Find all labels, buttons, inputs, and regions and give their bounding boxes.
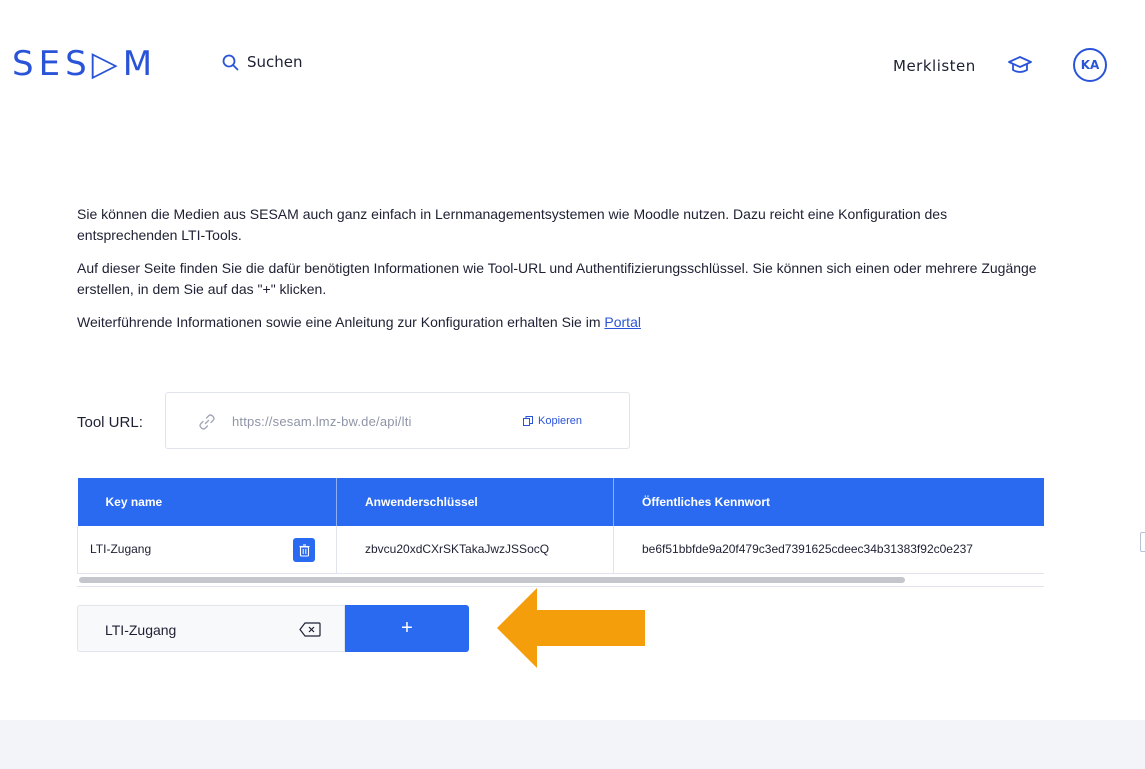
- column-header-kennwort: Öffentliches Kennwort: [613, 478, 1044, 526]
- logo-text: SES▷M: [12, 44, 158, 84]
- new-key-name-value: LTI-Zugang: [105, 622, 177, 638]
- avatar[interactable]: KA: [1073, 48, 1107, 82]
- add-key-button[interactable]: +: [345, 605, 469, 652]
- key-name-value: LTI-Zugang: [90, 542, 152, 557]
- column-header-anwenderschluessel: Anwenderschlüssel: [336, 478, 614, 526]
- delete-key-button[interactable]: [293, 538, 315, 562]
- table-header-row: Key name Anwenderschlüssel Öffentliches …: [77, 478, 1044, 526]
- intro-paragraph-1: Sie können die Medien aus SESAM auch gan…: [77, 206, 948, 243]
- new-key-name-input[interactable]: LTI-Zugang: [77, 605, 345, 652]
- copy-icon: [523, 416, 533, 426]
- portal-link[interactable]: Portal: [604, 314, 641, 330]
- keys-table: Key name Anwenderschlüssel Öffentliches …: [77, 478, 1044, 587]
- intro-paragraph-2: Auf dieser Seite finden Sie die dafür be…: [77, 260, 1037, 297]
- edge-tab: [1140, 532, 1145, 552]
- tool-url-field[interactable]: https://sesam.lmz-bw.de/api/lti Kopieren: [165, 392, 630, 449]
- search-icon: [222, 54, 239, 70]
- orange-arrow-annotation: [497, 588, 645, 668]
- column-header-key-name: Key name: [77, 478, 337, 526]
- kennwort-cell: be6f51bbfde9a20f479c3ed7391625cdeec34b31…: [613, 526, 1044, 574]
- tool-url-label: Tool URL:: [77, 414, 143, 431]
- footer: [0, 720, 1145, 769]
- trash-icon: [299, 543, 309, 557]
- intro-paragraph-3-text: Weiterführende Informationen sowie eine …: [77, 314, 605, 330]
- header: SES▷M Suchen Merklisten KA: [0, 0, 1145, 120]
- anwenderschluessel-cell: zbvcu20xdCXrSKTakaJwzJSSocQ: [336, 526, 614, 574]
- link-icon: [199, 414, 215, 430]
- copy-label: Kopieren: [538, 415, 583, 427]
- tool-url-value: https://sesam.lmz-bw.de/api/lti: [232, 414, 412, 429]
- sesam-logo[interactable]: SES▷M: [12, 44, 157, 84]
- merklisten-link[interactable]: Merklisten: [893, 57, 976, 75]
- copy-button[interactable]: Kopieren: [523, 415, 582, 427]
- scrollbar-thumb[interactable]: [79, 577, 905, 583]
- search-button[interactable]: Suchen: [222, 53, 303, 71]
- search-label: Suchen: [247, 53, 303, 71]
- avatar-initials: KA: [1080, 58, 1100, 72]
- key-name-cell: LTI-Zugang: [77, 526, 337, 574]
- table-row: LTI-Zugang zbvcu20xdCXrSKTakaJwzJSSocQ b…: [77, 526, 1044, 574]
- graduation-cap-icon[interactable]: [1007, 54, 1033, 76]
- intro-text: Sie können die Medien aus SESAM auch gan…: [77, 204, 1037, 345]
- intro-paragraph-3: Weiterführende Informationen sowie eine …: [77, 312, 1037, 333]
- clear-input-icon[interactable]: [299, 622, 321, 637]
